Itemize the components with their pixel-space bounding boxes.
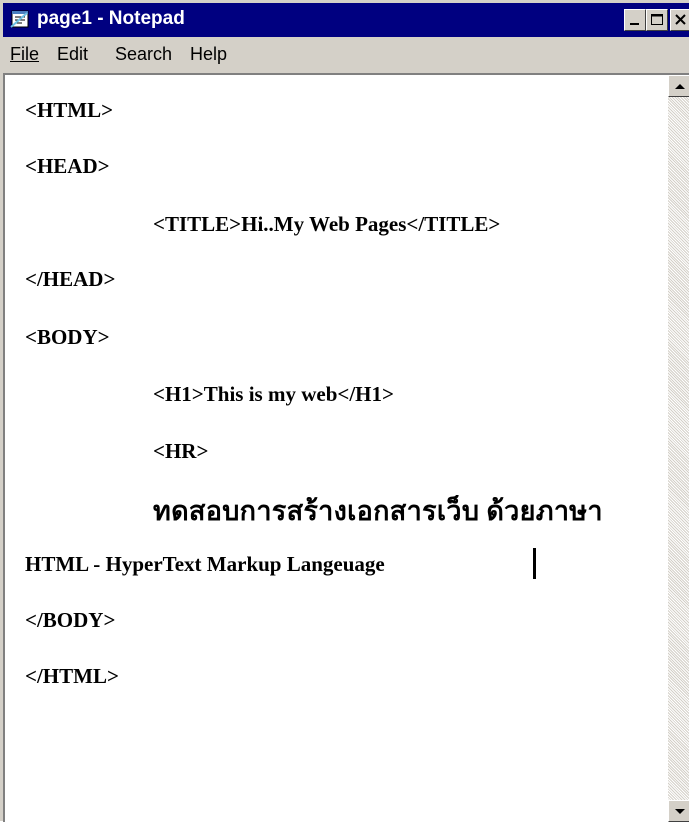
window-title: page1 - Notepad — [37, 8, 185, 29]
editor-line: <HEAD> — [25, 154, 110, 178]
menu-bar: File Edit Search Help — [3, 37, 689, 71]
menu-help-label: Help — [190, 44, 228, 64]
menu-edit-label: Edit — [57, 44, 89, 64]
menu-help[interactable]: Help — [190, 44, 227, 65]
editor-line: <TITLE>Hi..My Web Pages</TITLE> — [153, 212, 501, 236]
minimize-button[interactable] — [624, 9, 646, 31]
text-cursor — [533, 548, 536, 579]
title-bar[interactable]: page1 - Notepad — [3, 3, 689, 37]
notepad-window: page1 - Notepad File Edit Search Help <H… — [0, 0, 689, 822]
editor-line: <H1>This is my web</H1> — [153, 382, 394, 406]
editor-line: ทดสอบการสร้างเอกสารเว็บ ด้วยภาษา — [153, 496, 603, 526]
vertical-scrollbar[interactable] — [668, 75, 689, 822]
scroll-down-arrow-icon — [675, 809, 685, 814]
scroll-down-button[interactable] — [668, 800, 689, 822]
menu-search-label: Search — [115, 44, 173, 64]
menu-edit[interactable]: Edit — [57, 44, 88, 65]
maximize-button[interactable] — [646, 9, 668, 31]
editor-line: <BODY> — [25, 325, 110, 349]
editor-line: </HTML> — [25, 664, 119, 688]
close-icon — [671, 10, 689, 30]
editor-line: <HR> — [153, 439, 209, 463]
maximize-icon — [647, 10, 667, 30]
menu-search[interactable]: Search — [115, 44, 172, 65]
editor-line: HTML - HyperText Markup Langeuage — [25, 552, 385, 576]
editor-line: </BODY> — [25, 608, 116, 632]
menu-file[interactable]: File — [10, 44, 39, 65]
editor-line: <HTML> — [25, 98, 114, 122]
scroll-up-arrow-icon — [675, 84, 685, 89]
close-button[interactable] — [670, 9, 689, 31]
notepad-icon[interactable] — [9, 9, 31, 29]
menu-file-label: File — [10, 44, 40, 64]
scroll-up-button[interactable] — [668, 75, 689, 97]
text-editor-area[interactable]: <HTML> <HEAD> <TITLE>Hi..My Web Pages</T… — [3, 73, 689, 822]
editor-line: </HEAD> — [25, 267, 116, 291]
minimize-icon — [625, 10, 645, 30]
